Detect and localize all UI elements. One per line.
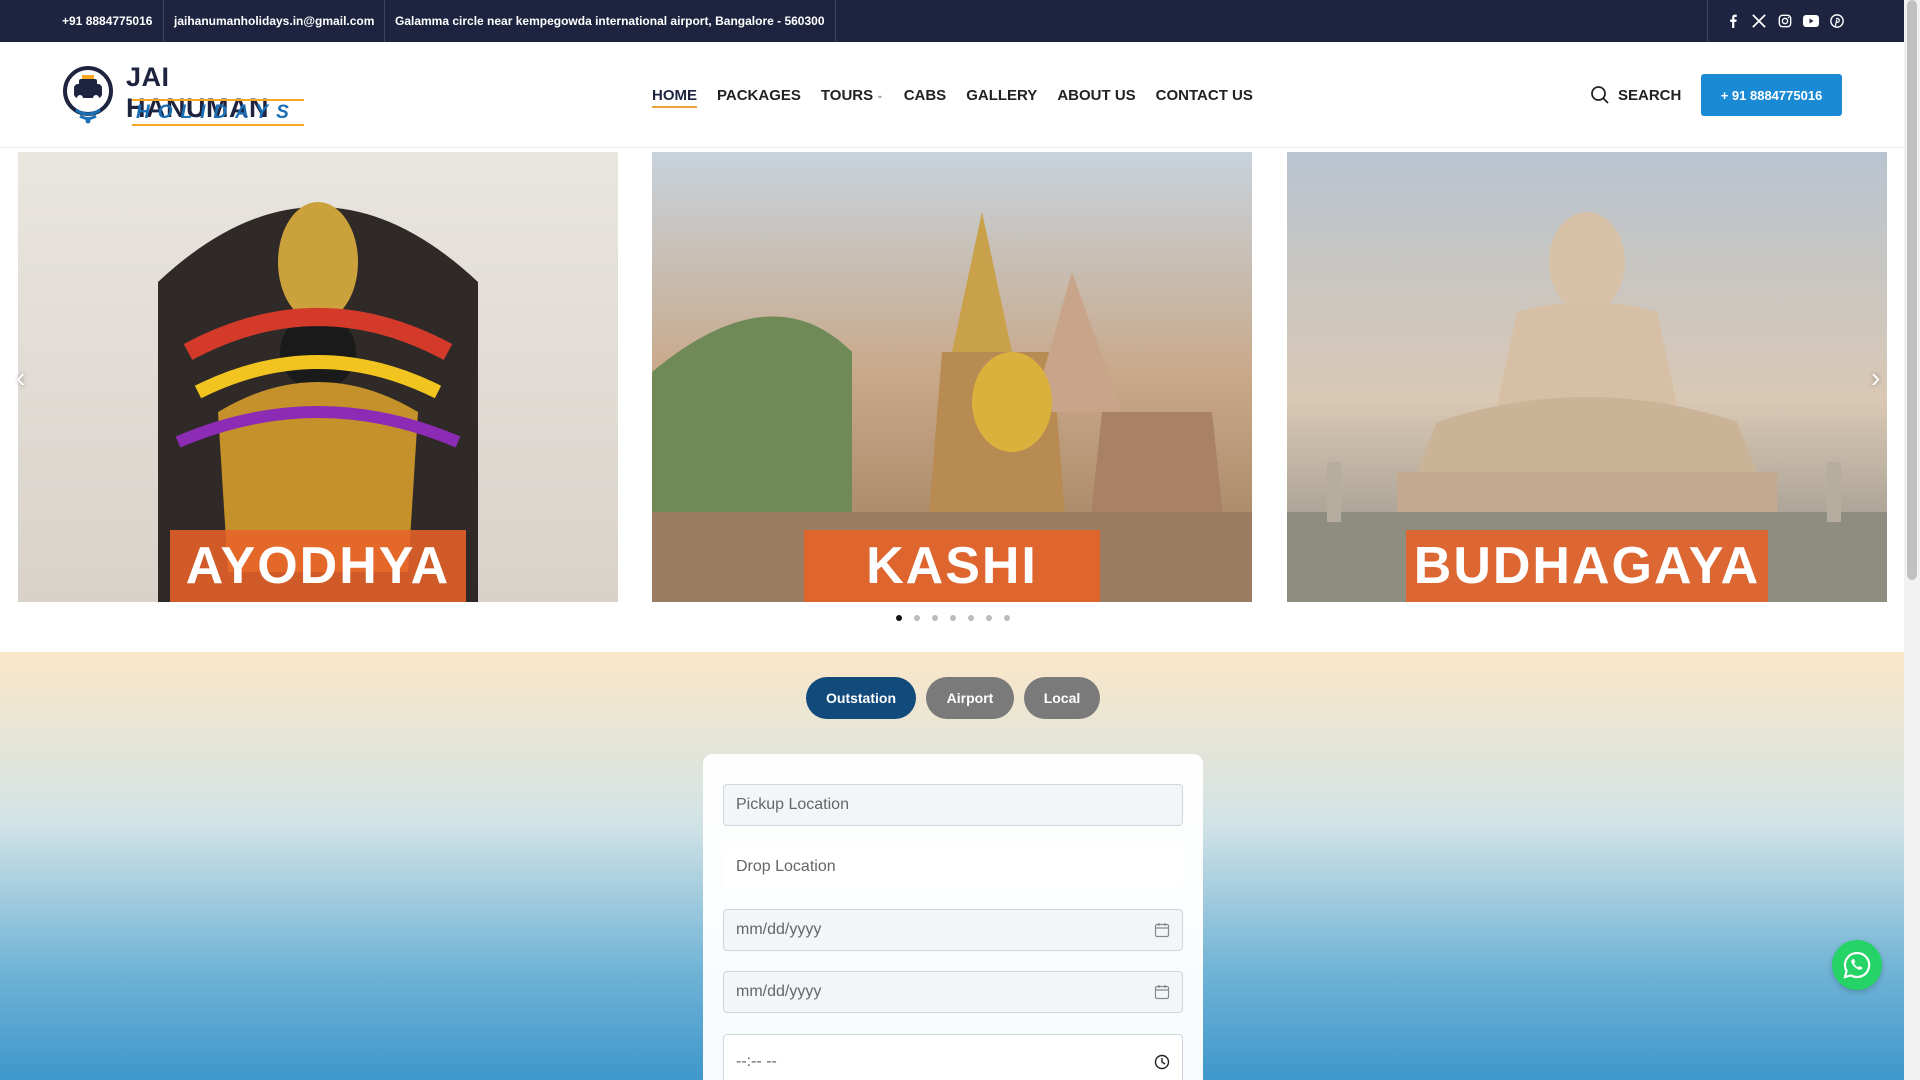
pickup-time-input[interactable]: --:-- --: [723, 1034, 1183, 1080]
clock-icon[interactable]: [1154, 1054, 1170, 1070]
return-date-input[interactable]: mm/dd/yyyy: [723, 971, 1183, 1013]
slide-budhagaya[interactable]: BUDHAGAYA: [1287, 152, 1887, 602]
nav-contact-us[interactable]: CONTACT US: [1156, 87, 1253, 104]
slide-kashi[interactable]: KASHI: [652, 152, 1252, 602]
pinterest-icon[interactable]: [1828, 12, 1846, 30]
nav-gallery[interactable]: GALLERY: [966, 87, 1037, 104]
calendar-icon[interactable]: [1154, 984, 1170, 1000]
social-links: [1708, 0, 1846, 42]
slider-prev-arrow[interactable]: ‹: [16, 362, 25, 394]
topbar-address: Galamma circle near kempegowda internati…: [395, 14, 825, 28]
slider-dot[interactable]: [914, 615, 920, 621]
logo-divider: [132, 99, 304, 101]
date-placeholder: mm/dd/yyyy: [736, 921, 822, 938]
booking-section: Outstation Airport Local Pickup Location…: [0, 652, 1904, 1080]
slide-label: BUDHAGAYA: [1406, 530, 1768, 602]
slider-dot[interactable]: [1004, 615, 1010, 621]
x-icon[interactable]: [1750, 12, 1768, 30]
drop-placeholder: Drop Location: [736, 858, 836, 875]
search-label: SEARCH: [1618, 86, 1682, 104]
booking-form: Pickup Location Drop Location mm/dd/yyyy…: [703, 754, 1203, 1080]
search-icon: [1591, 86, 1609, 104]
pickup-location-input[interactable]: Pickup Location: [723, 784, 1183, 826]
nav-packages[interactable]: PACKAGES: [717, 87, 801, 104]
youtube-icon[interactable]: [1802, 12, 1820, 30]
pickup-placeholder: Pickup Location: [736, 796, 849, 813]
slider-dot[interactable]: [950, 615, 956, 621]
date-placeholder: mm/dd/yyyy: [736, 983, 822, 1000]
site-header: JAI HANUMAN HOLIDAYS HOME PACKAGES TOURS…: [0, 42, 1904, 148]
slider-dot[interactable]: [932, 615, 938, 621]
topbar-phone[interactable]: +91 8884775016: [52, 0, 162, 42]
topbar-divider: [835, 0, 836, 42]
nav-cabs[interactable]: CABS: [904, 87, 947, 104]
scrollbar-thumb[interactable]: [1907, 0, 1917, 580]
nav-about-us[interactable]: ABOUT US: [1057, 87, 1135, 104]
nav-home[interactable]: HOME: [652, 87, 697, 108]
slider-dots: [896, 615, 1010, 621]
slider-dot[interactable]: [896, 615, 902, 621]
slide-label: AYODHYA: [170, 530, 466, 602]
pickup-date-input[interactable]: mm/dd/yyyy: [723, 909, 1183, 951]
taxi-logo-icon: [63, 66, 113, 124]
tab-airport[interactable]: Airport: [926, 677, 1014, 719]
tab-outstation[interactable]: Outstation: [806, 677, 916, 719]
instagram-icon[interactable]: [1776, 12, 1794, 30]
whatsapp-icon: [1843, 951, 1871, 979]
slide-ayodhya[interactable]: AYODHYA: [18, 152, 618, 602]
site-logo[interactable]: JAI HANUMAN HOLIDAYS: [62, 62, 312, 128]
chevron-down-icon: ⌄: [876, 89, 884, 100]
facebook-icon[interactable]: [1724, 12, 1742, 30]
booking-tabs: Outstation Airport Local: [806, 677, 1100, 719]
slider-dot[interactable]: [986, 615, 992, 621]
logo-text-secondary: HOLIDAYS: [136, 102, 297, 123]
tab-local[interactable]: Local: [1024, 677, 1100, 719]
topbar-email[interactable]: jaihanumanholidays.in@gmail.com: [164, 0, 384, 42]
call-button[interactable]: + 91 8884775016: [1701, 74, 1842, 116]
time-placeholder: --:-- --: [736, 1053, 777, 1070]
slider-dot[interactable]: [968, 615, 974, 621]
slide-label: KASHI: [804, 530, 1100, 602]
nav-tours[interactable]: TOURS ⌄: [821, 87, 884, 104]
logo-underline: [132, 124, 304, 126]
search-button[interactable]: SEARCH: [1590, 42, 1681, 148]
calendar-icon[interactable]: [1154, 922, 1170, 938]
slider-next-arrow[interactable]: ›: [1871, 362, 1880, 394]
page-scrollbar[interactable]: [1904, 0, 1920, 1080]
main-nav: HOME PACKAGES TOURS ⌄ CABS GALLERY ABOUT …: [652, 42, 1253, 148]
whatsapp-button[interactable]: [1832, 940, 1882, 990]
top-bar: +91 8884775016 jaihanumanholidays.in@gma…: [0, 0, 1904, 42]
nav-tours-label: TOURS: [820, 86, 874, 104]
drop-location-input[interactable]: Drop Location: [723, 846, 1183, 888]
